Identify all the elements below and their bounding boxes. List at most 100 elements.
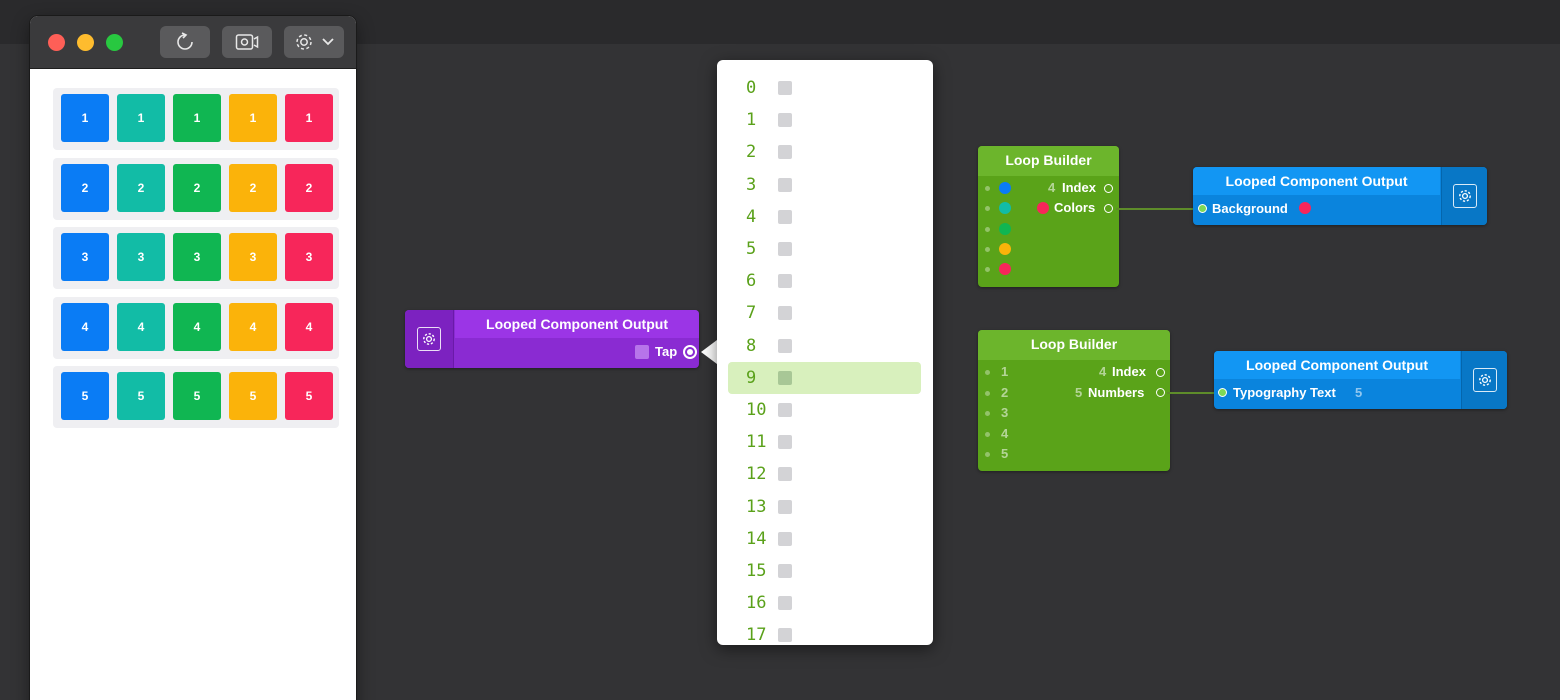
picker-item[interactable]: 8 [728, 330, 921, 362]
grid-cell[interactable]: 1 [173, 94, 221, 142]
picker-item-checkbox[interactable] [778, 435, 792, 450]
picker-item[interactable]: 11 [728, 426, 921, 458]
background-output-node[interactable]: Looped Component Output Background [1193, 167, 1487, 225]
picker-item-checkbox[interactable] [778, 145, 792, 160]
index-output-port[interactable] [1104, 184, 1113, 193]
grid-cell[interactable]: 3 [61, 233, 109, 281]
reload-button[interactable] [160, 26, 210, 58]
input-port[interactable] [985, 267, 990, 273]
picker-item-label: 0 [746, 78, 757, 98]
picker-item-checkbox[interactable] [778, 274, 792, 289]
picker-item-checkbox[interactable] [778, 628, 792, 643]
grid-cell[interactable]: 1 [61, 94, 109, 142]
picker-item-checkbox[interactable] [778, 531, 792, 546]
picker-item[interactable]: 5 [728, 233, 921, 265]
background-input-port[interactable] [1198, 204, 1207, 213]
input-port[interactable] [985, 390, 990, 396]
node-settings-button[interactable] [405, 310, 454, 368]
picker-item-checkbox[interactable] [778, 338, 792, 353]
picker-item-checkbox[interactable] [778, 403, 792, 417]
grid-cell[interactable]: 3 [285, 233, 333, 281]
gear-icon [1458, 190, 1471, 202]
grid-cell[interactable]: 1 [229, 94, 277, 142]
grid-cell[interactable]: 2 [285, 163, 333, 212]
numbers-output-port[interactable] [1156, 388, 1165, 397]
picker-item-label: 4 [746, 206, 757, 227]
picker-item[interactable]: 10 [728, 394, 921, 426]
picker-item-checkbox[interactable] [778, 370, 792, 385]
grid-cell[interactable]: 3 [229, 233, 277, 281]
node-settings-button[interactable] [1461, 351, 1507, 409]
picker-item[interactable]: 3 [728, 169, 921, 201]
picker-item-checkbox[interactable] [778, 306, 792, 321]
grid-cell[interactable]: 5 [61, 372, 109, 420]
grid-cell[interactable]: 2 [117, 163, 165, 212]
typography-input-port[interactable] [1218, 388, 1227, 397]
picker-item-checkbox[interactable] [778, 596, 792, 611]
loop-builder-numbers-node[interactable]: Loop Builder 1 2 3 4 5 4 Index 5 Numbers [978, 330, 1170, 471]
minimize-window-button[interactable] [77, 34, 94, 51]
grid-cell[interactable]: 4 [61, 302, 109, 351]
input-port[interactable] [985, 186, 990, 191]
picker-item-checkbox[interactable] [778, 499, 792, 514]
picker-item[interactable]: 12 [728, 458, 921, 490]
input-port[interactable] [985, 411, 990, 416]
picker-item[interactable]: 6 [728, 265, 921, 297]
grid-cell[interactable]: 4 [173, 302, 221, 351]
picker-item[interactable]: 4 [728, 201, 921, 233]
picker-item[interactable]: 16 [728, 587, 921, 619]
grid-cell[interactable]: 3 [117, 233, 165, 281]
grid-cell[interactable]: 5 [285, 372, 333, 420]
colors-output-port[interactable] [1104, 204, 1113, 213]
picker-item-checkbox[interactable] [778, 113, 792, 128]
picker-item-label: 17 [746, 625, 767, 645]
typography-output-node[interactable]: Looped Component Output Typography Text … [1214, 351, 1507, 409]
index-label: Index [1062, 180, 1096, 195]
picker-item-checkbox[interactable] [778, 177, 792, 192]
picker-item-checkbox[interactable] [778, 81, 792, 95]
close-window-button[interactable] [48, 34, 65, 51]
picker-item-checkbox[interactable] [778, 467, 792, 482]
grid-cell[interactable]: 4 [117, 302, 165, 351]
picker-item[interactable]: 9 [728, 361, 921, 394]
grid-cell[interactable]: 2 [61, 163, 109, 212]
picker-item-checkbox[interactable] [778, 564, 792, 578]
picker-item[interactable]: 17 [728, 619, 921, 645]
grid-cell[interactable]: 1 [117, 94, 165, 142]
picker-item[interactable]: 15 [728, 555, 921, 587]
picker-item[interactable]: 0 [728, 72, 921, 104]
grid-cell[interactable]: 1 [285, 94, 333, 142]
index-output-port[interactable] [1156, 368, 1165, 377]
tap-output-node[interactable]: Looped Component Output Tap [405, 310, 699, 368]
input-port[interactable] [985, 226, 990, 232]
grid-row: 33333 [53, 227, 339, 289]
grid-cell[interactable]: 3 [173, 233, 221, 281]
loop-builder-colors-node[interactable]: Loop Builder 4 Index Colors [978, 146, 1119, 287]
picker-item-label: 8 [746, 335, 757, 356]
picker-item[interactable]: 7 [728, 297, 921, 329]
input-port[interactable] [985, 206, 990, 212]
grid-cell[interactable]: 4 [229, 302, 277, 351]
input-port[interactable] [985, 431, 990, 437]
picker-item[interactable]: 13 [728, 491, 921, 523]
record-button[interactable] [222, 26, 272, 58]
tap-output-port[interactable] [683, 345, 697, 359]
node-settings-button[interactable] [1441, 167, 1487, 225]
grid-cell[interactable]: 5 [173, 372, 221, 420]
input-port[interactable] [985, 452, 990, 457]
maximize-window-button[interactable] [106, 34, 123, 51]
grid-cell[interactable]: 2 [229, 163, 277, 212]
grid-cell[interactable]: 5 [229, 372, 277, 420]
settings-dropdown-button[interactable] [284, 26, 344, 58]
grid-cell[interactable]: 2 [173, 163, 221, 212]
picker-item[interactable]: 14 [728, 523, 921, 555]
index-picker-list[interactable]: 0 1 2 3 4 5 6 7 8 9 10 11 12 13 14 15 16 17 [717, 60, 933, 645]
picker-item-checkbox[interactable] [778, 242, 792, 256]
grid-cell[interactable]: 5 [117, 372, 165, 420]
picker-item[interactable]: 1 [728, 104, 921, 136]
grid-cell[interactable]: 4 [285, 302, 333, 351]
picker-item[interactable]: 2 [728, 136, 921, 168]
input-port[interactable] [985, 370, 990, 375]
picker-item-checkbox[interactable] [778, 209, 792, 224]
input-port[interactable] [985, 246, 990, 252]
